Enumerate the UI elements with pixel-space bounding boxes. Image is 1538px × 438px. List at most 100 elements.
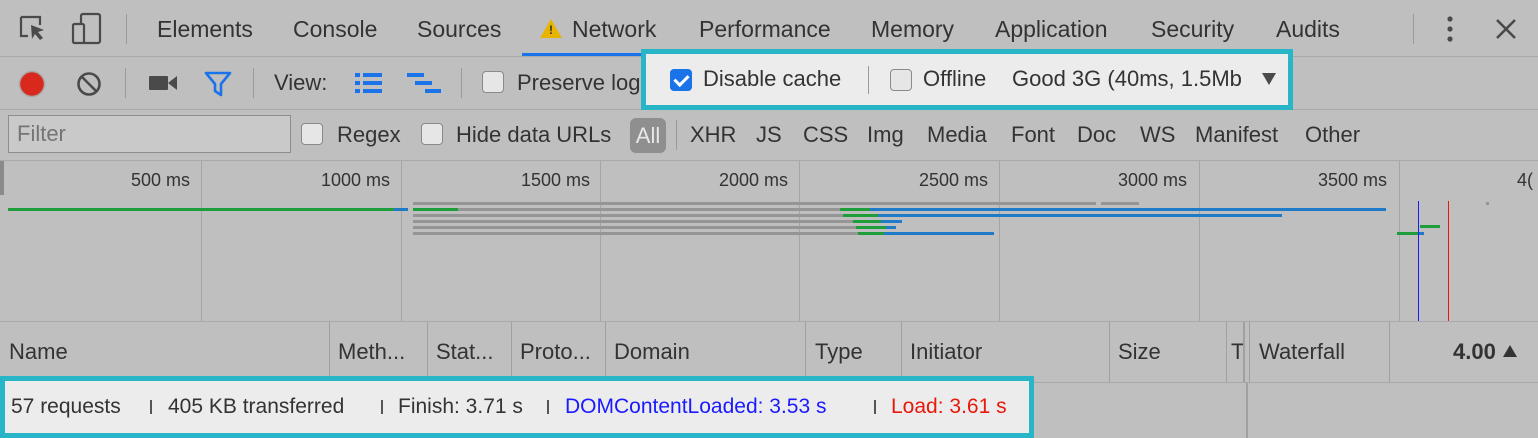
view-label: View:	[274, 70, 328, 95]
chevron-down-icon[interactable]	[1261, 72, 1277, 86]
type-filter-media[interactable]: Media	[927, 110, 987, 160]
tabbar-divider	[1413, 14, 1414, 44]
offline-label: Offline	[923, 66, 987, 91]
column-divider[interactable]	[605, 322, 606, 382]
type-filter-img[interactable]: Img	[867, 110, 904, 160]
tab-label: Console	[293, 16, 378, 42]
timeline-gridline	[999, 161, 1000, 321]
request-bar	[1420, 225, 1440, 228]
request-bar	[1486, 202, 1489, 205]
type-filter-doc[interactable]: Doc	[1077, 110, 1116, 160]
column-divider[interactable]	[805, 322, 806, 382]
summary-requests: 57 requests	[11, 395, 121, 418]
summary-load: Load: 3.61 s	[891, 395, 1007, 418]
column-divider[interactable]	[427, 322, 428, 382]
tab-audits[interactable]: Audits	[1276, 0, 1340, 56]
regex-checkbox[interactable]	[301, 123, 323, 145]
column-header-domain[interactable]: Domain	[614, 322, 690, 382]
tab-application[interactable]: Application	[995, 0, 1108, 56]
preserve-log-checkbox[interactable]	[482, 71, 504, 93]
type-filter-css[interactable]: CSS	[803, 110, 848, 160]
column-header-size[interactable]: Size	[1118, 322, 1161, 382]
filter-funnel-icon[interactable]	[204, 70, 232, 98]
type-filter-all[interactable]: All	[630, 118, 666, 153]
tab-sources[interactable]: Sources	[417, 0, 501, 56]
sort-ascending-icon[interactable]	[1502, 344, 1518, 358]
clear-icon[interactable]	[76, 71, 102, 97]
tab-label: Sources	[417, 16, 502, 42]
timeline-gridline	[1199, 161, 1200, 321]
network-conditions-callout: Disable cache Offline Good 3G (40ms, 1.5…	[641, 49, 1293, 110]
tab-label: Elements	[157, 16, 253, 42]
summary-dom-content-loaded: DOMContentLoaded: 3.53 s	[565, 395, 827, 418]
type-filter-ws[interactable]: WS	[1140, 110, 1175, 160]
column-divider[interactable]	[1249, 322, 1250, 382]
disable-cache-checkbox[interactable]	[670, 69, 692, 91]
column-divider[interactable]	[1226, 322, 1227, 382]
overview-waterfall-icon[interactable]	[406, 72, 442, 94]
timeline-tick-label: 4(	[1517, 170, 1534, 190]
close-icon[interactable]	[1494, 17, 1518, 41]
column-divider[interactable]	[1109, 322, 1110, 382]
toolbar-divider	[125, 68, 126, 98]
inspect-element-icon[interactable]	[18, 14, 48, 44]
tab-label: Performance	[699, 16, 831, 42]
tab-memory[interactable]: Memory	[871, 0, 954, 56]
offline-checkbox[interactable]	[890, 69, 912, 91]
column-header-initiator[interactable]: Initiator	[910, 322, 982, 382]
timeline-tick-label: 2000 ms	[719, 170, 789, 190]
network-overview-timeline[interactable]: 500 ms 1000 ms 1500 ms 2000 ms 2500 ms 3…	[0, 161, 1538, 322]
request-bar	[1419, 232, 1424, 235]
tab-security[interactable]: Security	[1151, 0, 1234, 56]
request-bar	[840, 208, 870, 211]
summary-transferred: 405 KB transferred	[168, 395, 345, 418]
timeline-gridline	[201, 161, 202, 321]
timeline-tick-label: 500 ms	[131, 170, 191, 190]
column-divider[interactable]	[901, 322, 902, 382]
device-toolbar-icon[interactable]	[70, 12, 104, 46]
more-options-icon[interactable]	[1440, 14, 1460, 44]
tab-performance[interactable]: Performance	[699, 0, 831, 56]
large-rows-icon[interactable]	[354, 72, 384, 94]
tab-elements[interactable]: Elements	[157, 0, 253, 56]
timeline-left-handle[interactable]	[0, 161, 4, 195]
toolbar-divider	[461, 68, 462, 98]
request-bar	[843, 214, 878, 217]
tab-console[interactable]: Console	[293, 0, 377, 56]
type-filter-manifest[interactable]: Manifest	[1195, 110, 1278, 160]
regex-label: Regex	[337, 122, 401, 147]
column-divider[interactable]	[329, 322, 330, 382]
request-bar	[878, 214, 1282, 217]
request-bar	[856, 226, 886, 229]
type-filter-other[interactable]: Other	[1305, 110, 1360, 160]
throttling-select[interactable]: Good 3G (40ms, 1.5Mb	[1012, 53, 1242, 105]
requests-table-header: Name Meth... Stat... Proto... Domain Typ…	[0, 322, 1538, 383]
timeline-tick-label: 3000 ms	[1118, 170, 1188, 190]
column-header-type[interactable]: Type	[815, 322, 863, 382]
summary-separator	[547, 400, 549, 414]
request-bar	[413, 220, 853, 223]
screenshot-camera-icon[interactable]	[148, 72, 178, 94]
column-header-name[interactable]: Name	[9, 322, 68, 382]
request-bar	[870, 208, 1386, 211]
type-filter-xhr[interactable]: XHR	[690, 110, 736, 160]
hide-data-urls-checkbox[interactable]	[421, 123, 443, 145]
request-bar	[394, 208, 408, 211]
column-divider[interactable]	[511, 322, 512, 382]
tab-network[interactable]: ! Network	[522, 0, 677, 56]
request-bar	[413, 214, 843, 217]
column-header-method[interactable]: Meth...	[338, 322, 405, 382]
column-header-status[interactable]: Stat...	[436, 322, 493, 382]
column-header-waterfall[interactable]: Waterfall	[1259, 322, 1345, 382]
load-marker	[1448, 201, 1449, 321]
column-divider[interactable]	[1243, 322, 1245, 382]
filter-divider	[676, 120, 677, 150]
summary-separator	[874, 400, 876, 414]
column-header-protocol[interactable]: Proto...	[520, 322, 591, 382]
type-filter-js[interactable]: JS	[756, 110, 782, 160]
filter-input[interactable]	[8, 115, 291, 153]
timeline-tick-label: 2500 ms	[919, 170, 989, 190]
timeline-gridline	[401, 161, 402, 321]
record-button[interactable]	[18, 70, 46, 98]
type-filter-font[interactable]: Font	[1011, 110, 1055, 160]
